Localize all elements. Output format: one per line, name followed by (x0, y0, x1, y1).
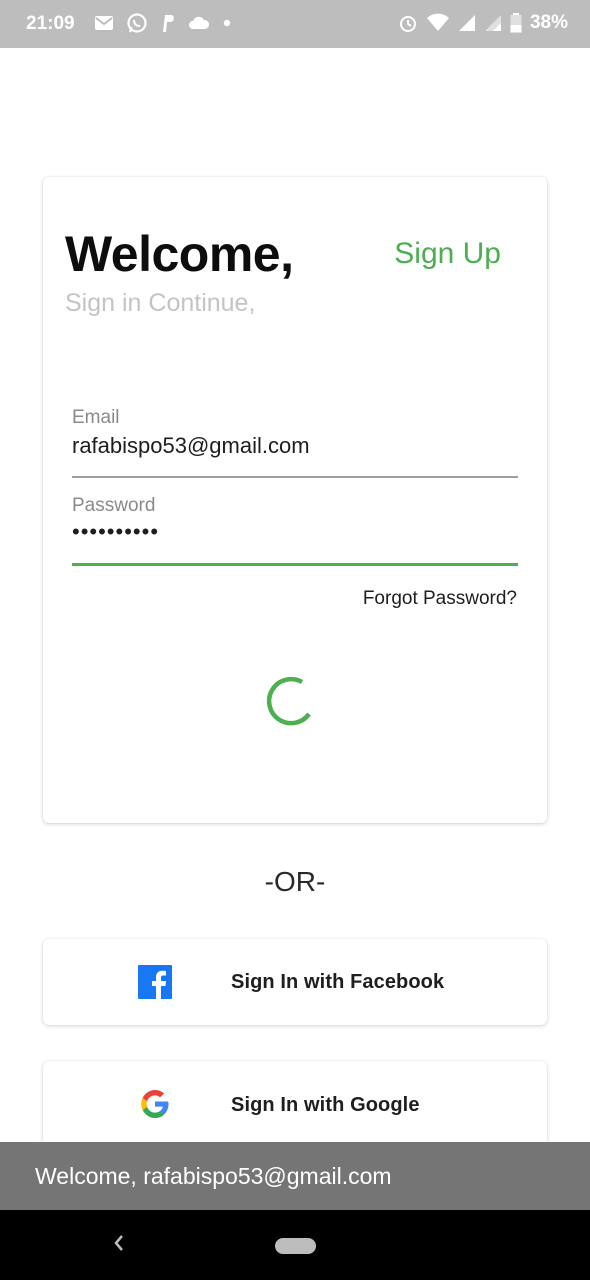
page-title: Welcome, (65, 226, 294, 282)
battery-percent: 38% (529, 12, 568, 33)
facebook-sign-in-button[interactable]: Sign In with Facebook (43, 939, 547, 1025)
battery-icon (510, 13, 522, 33)
password-field[interactable]: Password •••••••••• (72, 495, 518, 566)
password-underline (72, 563, 518, 566)
signal-icon (458, 14, 476, 32)
forgot-password-link[interactable]: Forgot Password? (363, 588, 517, 610)
welcome-snackbar: Welcome, rafabispo53@gmail.com (0, 1142, 590, 1210)
page-subtitle: Sign in Continue, (65, 289, 256, 317)
signal-icon-secondary (484, 14, 502, 32)
email-field[interactable]: Email rafabispo53@gmail.com (72, 407, 518, 478)
google-sign-in-label: Sign In with Google (231, 1094, 420, 1116)
google-sign-in-button[interactable]: Sign In with Google (43, 1061, 547, 1151)
dot-icon (222, 18, 232, 28)
password-input[interactable]: •••••••••• (72, 519, 518, 545)
status-bar: 21:09 38% (0, 0, 590, 48)
facebook-sign-in-label: Sign In with Facebook (231, 971, 445, 993)
paypal-icon (160, 13, 176, 33)
password-label: Password (72, 495, 156, 516)
notification-icons (94, 12, 232, 34)
login-card: Welcome, Sign Up Sign in Continue, Email… (43, 177, 547, 823)
email-label: Email (72, 407, 120, 428)
navigation-bar (0, 1210, 590, 1280)
system-icons: 38% (398, 12, 568, 34)
loading-spinner-icon (266, 675, 318, 727)
facebook-icon (138, 965, 172, 999)
home-pill-icon[interactable] (275, 1238, 316, 1254)
snackbar-message: Welcome, rafabispo53@gmail.com (35, 1163, 392, 1189)
or-divider: -OR- (264, 866, 326, 897)
wifi-icon (426, 13, 450, 33)
back-icon[interactable] (112, 1230, 126, 1261)
email-underline (72, 476, 518, 478)
cloud-icon (188, 15, 210, 31)
google-icon (138, 1087, 172, 1121)
whatsapp-icon (126, 12, 148, 34)
status-time: 21:09 (26, 13, 75, 34)
alarm-icon (398, 13, 418, 33)
gmail-icon (94, 15, 114, 31)
email-input[interactable]: rafabispo53@gmail.com (72, 433, 518, 459)
sign-up-link[interactable]: Sign Up (394, 237, 501, 271)
